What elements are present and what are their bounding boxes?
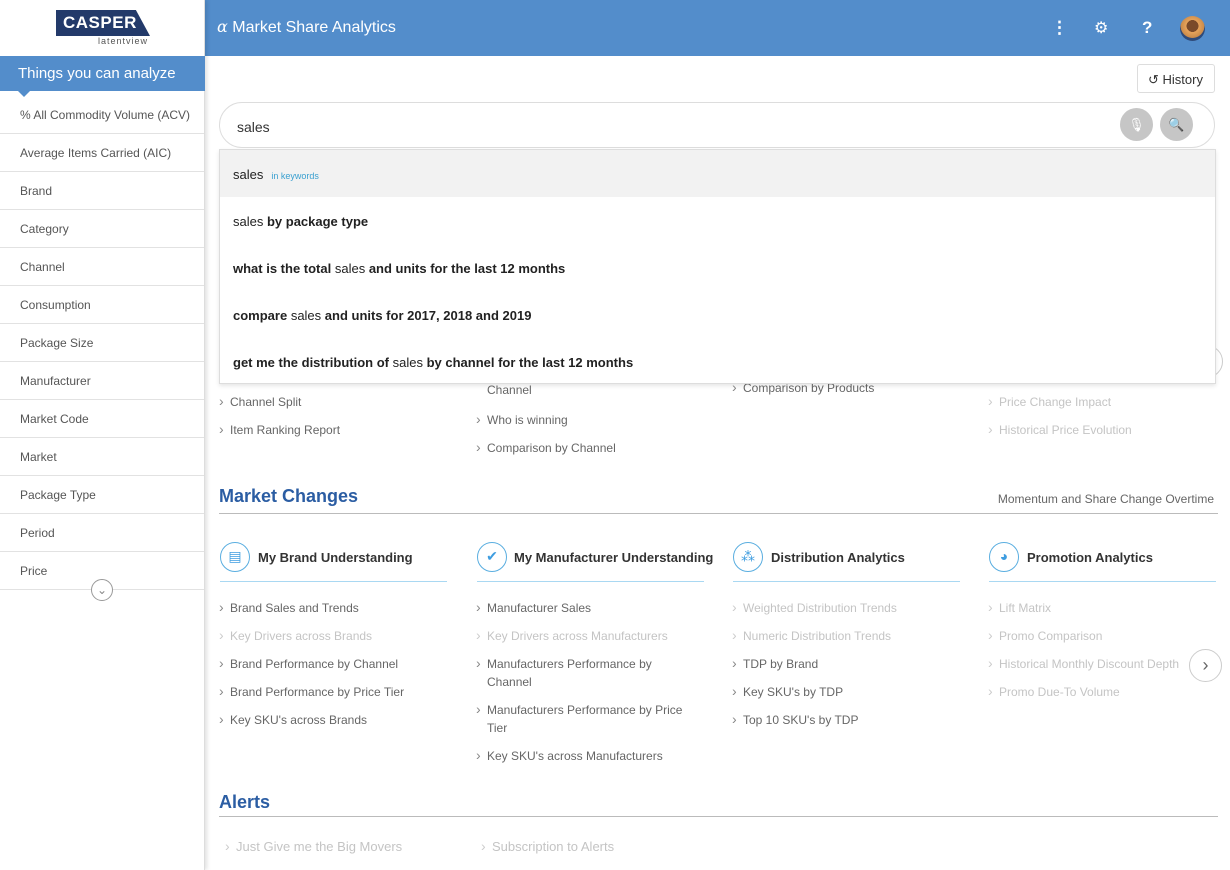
sidebar-list: % All Commodity Volume (ACV) Average Ite…	[0, 96, 204, 590]
link-channel-split[interactable]: Channel Split	[219, 392, 301, 411]
card-link[interactable]: Historical Monthly Discount Depth	[988, 654, 1179, 673]
card-link[interactable]: Manufacturers Performance by Channel	[476, 654, 696, 691]
search-suggestions: sales in keywords sales by package type w…	[219, 149, 1216, 384]
top-header: α Market Share Analytics ⋮ ⚙ ?	[205, 0, 1230, 56]
card-title[interactable]: My Brand Understanding	[258, 550, 413, 565]
sidebar: CASPER latentview Things you can analyze…	[0, 0, 205, 870]
link-comparison-channel[interactable]: Comparison by Channel	[476, 438, 616, 457]
history-button[interactable]: ↺ History	[1137, 64, 1215, 93]
sidebar-item[interactable]: Average Items Carried (AIC)	[0, 134, 204, 172]
avatar[interactable]	[1180, 16, 1205, 41]
divider	[219, 513, 1218, 514]
link-price-change[interactable]: Price Change Impact	[988, 392, 1111, 411]
card-link[interactable]: Weighted Distribution Trends	[732, 598, 897, 617]
carousel-next-button[interactable]: ›	[1189, 649, 1222, 682]
card-link[interactable]: Brand Sales and Trends	[219, 598, 359, 617]
sidebar-item[interactable]: Category	[0, 210, 204, 248]
card-link[interactable]: Key SKU's by TDP	[732, 682, 843, 701]
sidebar-item[interactable]: Brand	[0, 172, 204, 210]
suggestion-item[interactable]: get me the distribution of sales by chan…	[220, 338, 1215, 385]
divider	[219, 816, 1218, 817]
card-title[interactable]: Distribution Analytics	[771, 550, 905, 565]
sidebar-item[interactable]: Package Size	[0, 324, 204, 362]
card-link[interactable]: TDP by Brand	[732, 654, 818, 673]
card-divider	[477, 581, 704, 582]
card-title[interactable]: Promotion Analytics	[1027, 550, 1153, 565]
suggestion-item[interactable]: sales by package type	[220, 197, 1215, 244]
alert-link[interactable]: Just Give me the Big Movers	[225, 837, 402, 856]
card-link[interactable]: Key Drivers across Manufacturers	[476, 626, 668, 645]
card-divider	[989, 581, 1216, 582]
help-icon[interactable]: ?	[1142, 18, 1152, 38]
suggestion-item[interactable]: sales in keywords	[220, 150, 1215, 197]
card-divider	[220, 581, 447, 582]
card-title[interactable]: My Manufacturer Understanding	[514, 550, 713, 565]
card-link[interactable]: Key SKU's across Manufacturers	[476, 746, 663, 765]
search-icon[interactable]: 🔍	[1160, 108, 1193, 141]
chevron-down-icon[interactable]: ⌄	[91, 579, 113, 601]
history-icon: ↺	[1148, 72, 1159, 87]
card-link[interactable]: Key SKU's across Brands	[219, 710, 367, 729]
section-title-market-changes: Market Changes	[219, 486, 359, 506]
page-title: α Market Share Analytics	[217, 17, 396, 36]
suggestion-item[interactable]: what is the total sales and units for th…	[220, 244, 1215, 291]
cubes-icon: ⁂	[733, 542, 763, 572]
alpha-icon: α	[217, 17, 228, 36]
sidebar-item[interactable]: Consumption	[0, 286, 204, 324]
sidebar-item[interactable]: % All Commodity Volume (ACV)	[0, 96, 204, 134]
card-link[interactable]: Top 10 SKU's by TDP	[732, 710, 858, 729]
card-link[interactable]: Brand Performance by Channel	[219, 654, 398, 673]
card-link[interactable]: Manufacturer Sales	[476, 598, 591, 617]
card-link[interactable]: Promo Due-To Volume	[988, 682, 1120, 701]
sidebar-item[interactable]: Period	[0, 514, 204, 552]
alert-link[interactable]: Subscription to Alerts	[481, 837, 614, 856]
card-link[interactable]: Numeric Distribution Trends	[732, 626, 891, 645]
sidebar-item[interactable]: Market Code	[0, 400, 204, 438]
sidebar-item[interactable]: Package Type	[0, 476, 204, 514]
sidebar-item[interactable]: Market	[0, 438, 204, 476]
sidebar-item[interactable]: Manufacturer	[0, 362, 204, 400]
card-link[interactable]: Promo Comparison	[988, 626, 1102, 645]
card-link[interactable]: Lift Matrix	[988, 598, 1051, 617]
search-input[interactable]: sales	[219, 102, 1215, 148]
clipboard-check-icon: ✔	[477, 542, 507, 572]
card-link[interactable]: Brand Performance by Price Tier	[219, 682, 404, 701]
link-item-ranking[interactable]: Item Ranking Report	[219, 420, 340, 439]
link-who-is-winning[interactable]: Who is winning	[476, 410, 568, 429]
casper-logo[interactable]: CASPER latentview	[56, 10, 150, 48]
microphone-icon[interactable]: 🎙	[1120, 108, 1153, 141]
more-menu-icon[interactable]: ⋮	[1051, 18, 1068, 38]
link-price-evolution[interactable]: Historical Price Evolution	[988, 420, 1132, 439]
card-divider	[733, 581, 960, 582]
gear-icon[interactable]: ⚙	[1094, 18, 1108, 38]
pie-chart-icon: ◕	[989, 542, 1019, 572]
card-link[interactable]: Key Drivers across Brands	[219, 626, 372, 645]
link-continuation[interactable]: Channel	[487, 383, 532, 397]
section-title-alerts: Alerts	[219, 792, 271, 812]
sidebar-item[interactable]: Channel	[0, 248, 204, 286]
suggestion-item[interactable]: compare sales and units for 2017, 2018 a…	[220, 291, 1215, 338]
section-subtitle: Momentum and Share Change Overtime	[997, 492, 1214, 506]
keyword-tag: in keywords	[271, 171, 319, 181]
card-link[interactable]: Manufacturers Performance by Price Tier	[476, 700, 696, 737]
sidebar-heading: Things you can analyze	[0, 56, 205, 97]
id-card-icon: ▤	[220, 542, 250, 572]
